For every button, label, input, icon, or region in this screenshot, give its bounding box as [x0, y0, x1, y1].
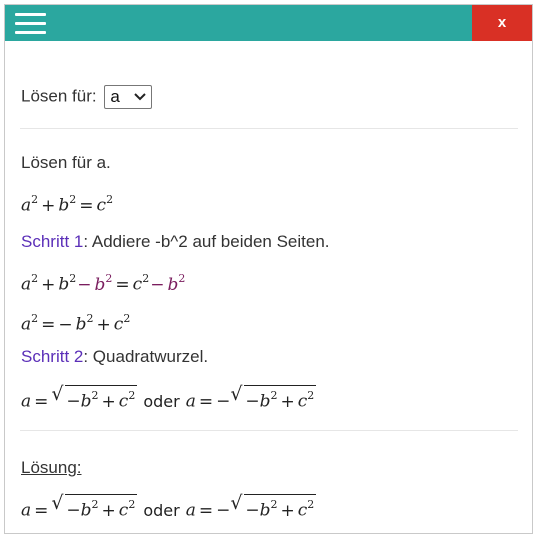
roots-expression: a = √ −b2 + c2 oder a = − √ −b2 + c2 — [21, 383, 317, 412]
step1-result: a2 + b2− b2 = c2− b2 — [21, 272, 186, 295]
chevron-down-icon — [134, 92, 147, 100]
step1-link[interactable]: Schritt 1 — [21, 232, 83, 251]
or-word: oder — [143, 500, 180, 520]
variable-select-value: a — [110, 86, 120, 106]
solve-for-row: Lösen für: a — [21, 83, 153, 110]
title-bar: x — [5, 5, 532, 41]
divider — [20, 128, 518, 129]
solver-window: x Lösen für: a Lösen für a. a2 + b2 = c2 Sch… — [4, 4, 533, 534]
step2-link[interactable]: Schritt 2 — [21, 347, 83, 366]
intro-text: Lösen für a. — [21, 153, 111, 172]
step1-simplified: a2 = − b2 + c2 — [21, 312, 131, 335]
hamburger-icon[interactable] — [15, 13, 46, 35]
or-word: oder — [143, 391, 180, 411]
close-button[interactable]: x — [472, 5, 532, 41]
step1-text: : Addiere -b^2 auf beiden Seiten. — [83, 232, 330, 251]
equation: a2 + b2 = c2 — [21, 193, 114, 216]
step2-line: Schritt 2: Quadratwurzel. — [21, 345, 208, 369]
variable-select[interactable]: a — [104, 84, 153, 109]
solution-label: Lösung: — [21, 458, 82, 477]
solve-for-label: Lösen für: — [21, 86, 97, 106]
solution-expression: a = √ −b2 + c2 oder a = − √ −b2 + c2 — [21, 492, 317, 521]
step1-line: Schritt 1: Addiere -b^2 auf beiden Seite… — [21, 230, 330, 254]
divider — [20, 430, 518, 431]
step2-text: : Quadratwurzel. — [83, 347, 209, 366]
